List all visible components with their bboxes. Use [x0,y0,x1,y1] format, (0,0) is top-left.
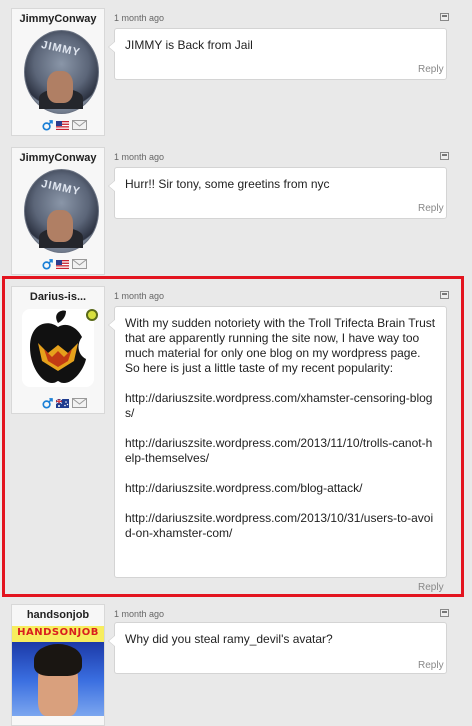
avatar-label: HANDSONJOB [17,627,99,638]
reply-link[interactable]: Reply [418,203,444,214]
reply-link[interactable]: Reply [418,64,444,75]
blog-link[interactable]: http://dariuszsite.wordpress.com/2013/11… [125,436,436,466]
collapse-icon[interactable] [440,291,449,299]
comment-timestamp: 1 month ago [114,152,165,162]
user-avatar[interactable]: JIMMY [24,30,99,114]
username-link[interactable]: JimmyConway [12,152,104,164]
user-avatar[interactable]: JIMMY [24,169,99,253]
comment-text: Why did you steal ramy_devil's avatar? [125,632,333,646]
comment-paragraph: With my sudden notoriety with the Troll … [125,316,436,375]
avatar-label: JIMMY [40,177,82,199]
reply-link[interactable]: Reply [418,660,444,671]
mail-icon[interactable] [72,259,87,269]
comment-bubble: Why did you steal ramy_devil's avatar? [108,622,447,674]
blog-link[interactable]: http://dariuszsite.wordpress.com/blog-at… [125,481,436,496]
comment-text: JIMMY is Back from Jail [125,38,253,52]
comment-bubble: Hurr!! Sir tony, some greetins from nyc [108,167,447,219]
collapse-icon[interactable] [440,13,449,21]
comment-bubble: With my sudden notoriety with the Troll … [108,306,447,578]
username-link[interactable]: JimmyConway [12,13,104,25]
comment-timestamp: 1 month ago [114,13,165,23]
avatar-label: JIMMY [40,38,82,60]
us-flag-icon [56,259,69,269]
comment-text: With my sudden notoriety with the Troll … [115,307,446,541]
au-flag-icon [56,398,69,408]
collapse-icon[interactable] [440,609,449,617]
online-status-icon [86,309,98,321]
reply-link[interactable]: Reply [418,582,444,593]
male-gender-icon [42,119,53,131]
user-card: handsonjob HANDSONJOB [11,604,105,726]
user-avatar[interactable] [22,309,94,387]
blog-link[interactable]: http://dariuszsite.wordpress.com/2013/10… [125,511,436,541]
user-avatar[interactable]: HANDSONJOB [12,626,104,716]
us-flag-icon [56,120,69,130]
comment-text: Hurr!! Sir tony, some greetins from nyc [125,177,330,191]
mail-icon[interactable] [72,398,87,408]
user-card: JimmyConway JIMMY [11,8,105,136]
comment-bubble: JIMMY is Back from Jail [108,28,447,80]
username-link[interactable]: handsonjob [12,609,104,621]
comment-timestamp: 1 month ago [114,291,165,301]
comment-timestamp: 1 month ago [114,609,165,619]
username-link[interactable]: Darius-is... [12,291,104,303]
user-card: Darius-is... [11,286,105,414]
blog-link[interactable]: http://dariuszsite.wordpress.com/xhamste… [125,391,436,421]
user-card: JimmyConway JIMMY [11,147,105,275]
collapse-icon[interactable] [440,152,449,160]
male-gender-icon [42,258,53,270]
male-gender-icon [42,397,53,409]
mail-icon[interactable] [72,120,87,130]
